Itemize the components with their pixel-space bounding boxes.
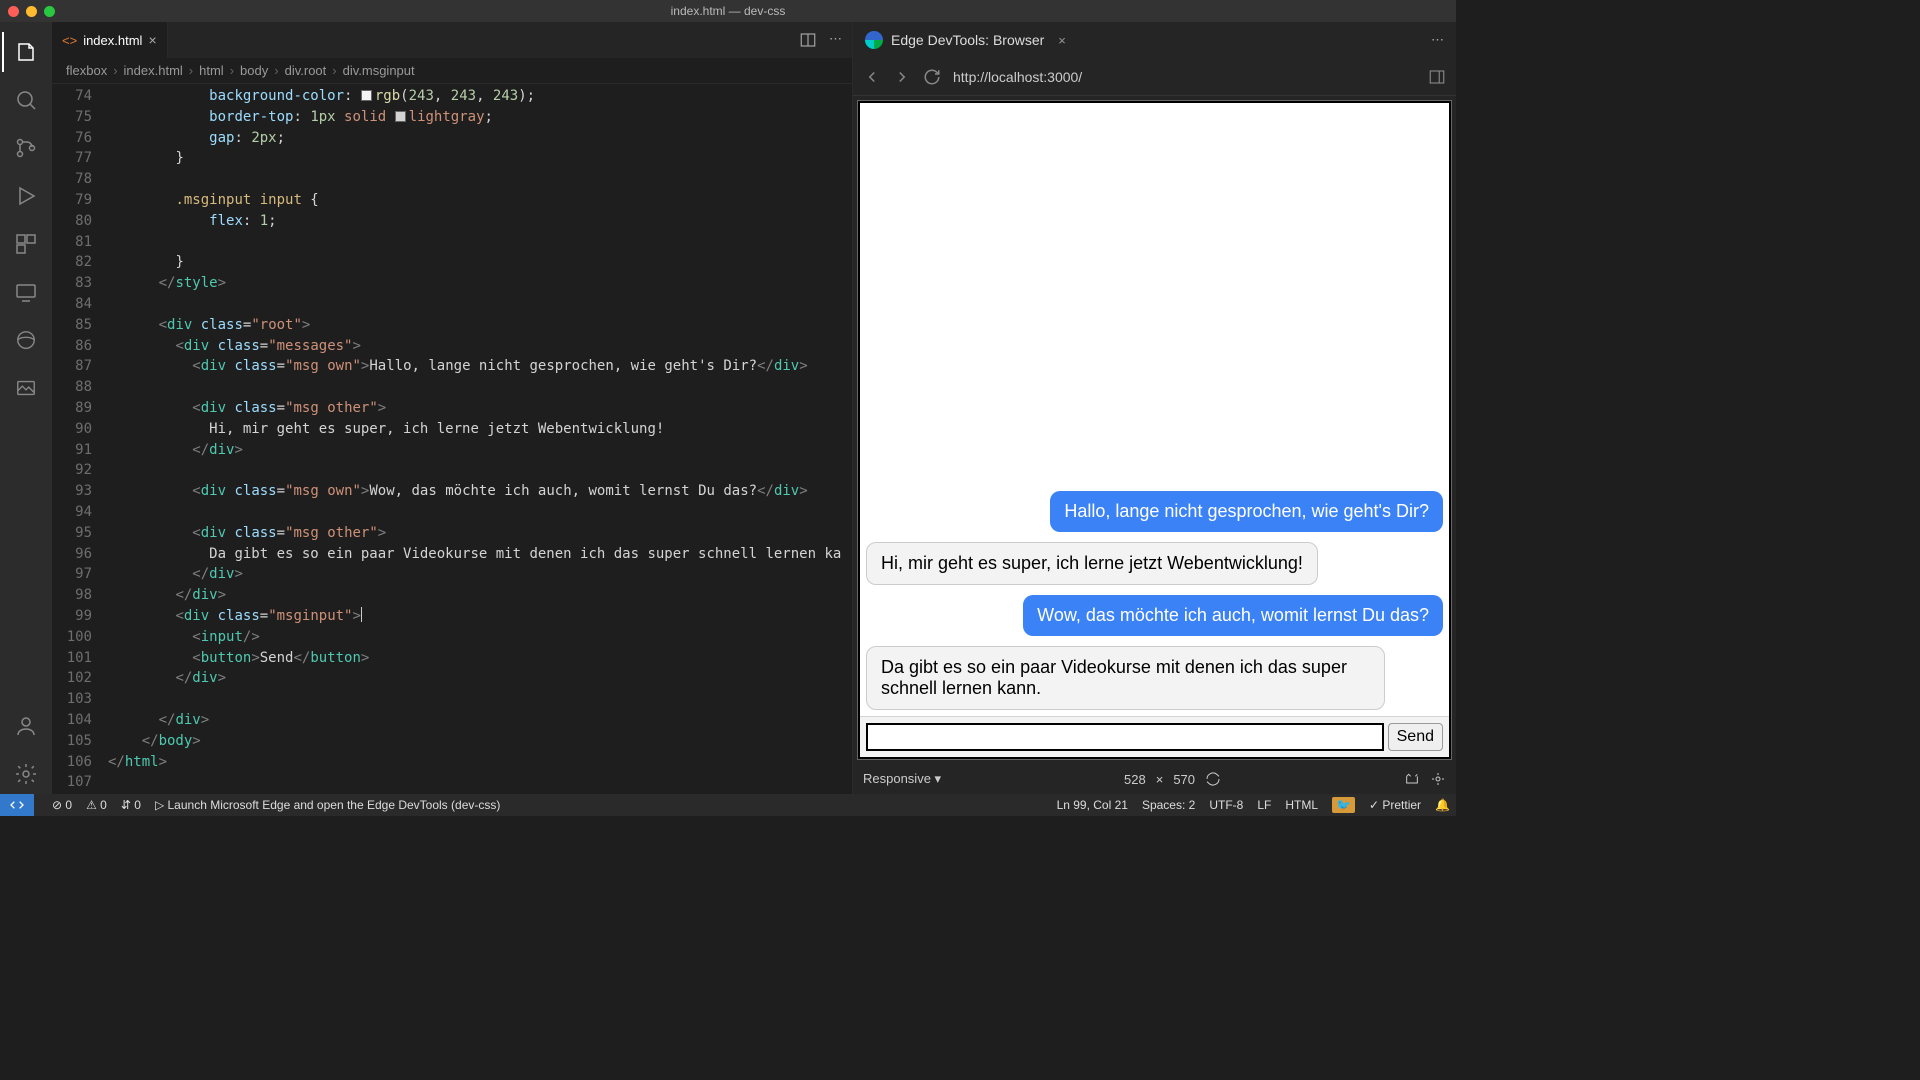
source-control-icon[interactable] [2,128,50,168]
status-eol[interactable]: LF [1257,798,1271,812]
panel-tab-bar: Edge DevTools: Browser × ⋯ [853,22,1456,58]
breadcrumb-item[interactable]: div.root [285,63,327,78]
breadcrumbs[interactable]: flexbox›index.html›html›body›div.root›di… [52,58,852,84]
status-errors[interactable]: ⊘ 0 [52,798,72,812]
url-bar[interactable]: http://localhost:3000/ [953,69,1416,85]
preview-text-input[interactable] [866,723,1384,751]
edge-browser-icon [865,31,883,49]
more-actions-icon[interactable]: ⋯ [829,31,842,49]
inspect-icon[interactable] [1430,771,1446,787]
breadcrumb-item[interactable]: index.html [124,63,183,78]
remote-explorer-icon[interactable] [2,272,50,312]
status-prettier[interactable]: ✓ Prettier [1369,798,1421,812]
status-spaces[interactable]: Spaces: 2 [1142,798,1195,812]
status-lang[interactable]: HTML [1285,798,1318,812]
code-editor[interactable]: 7475767778798081828384858687888990919293… [52,84,852,794]
tab-index-html[interactable]: <> index.html × [52,22,168,58]
preview-messages: Hallo, lange nicht gesprochen, wie geht'… [860,103,1449,716]
status-bell-icon[interactable]: 🔔 [1435,798,1450,812]
extensions-icon[interactable] [2,224,50,264]
panel-title: Edge DevTools: Browser [891,32,1044,48]
tab-label: index.html [83,33,142,48]
reload-button-icon[interactable] [923,68,941,86]
account-icon[interactable] [2,706,50,746]
devtools-panel: Edge DevTools: Browser × ⋯ http://localh… [852,22,1456,794]
forward-button-icon[interactable] [893,68,911,86]
viewport-width[interactable]: 528 [1124,772,1146,787]
dimension-separator: × [1156,772,1164,787]
run-debug-icon[interactable] [2,176,50,216]
title-bar: index.html — dev-css [0,0,1456,22]
viewport-height[interactable]: 570 [1173,772,1195,787]
preview-send-button[interactable]: Send [1388,723,1443,751]
browser-toolbar: http://localhost:3000/ [853,58,1456,96]
editor-area: <> index.html × ⋯ flexbox›index.html›htm… [52,22,852,794]
gallery-icon[interactable] [2,368,50,408]
edge-tools-icon[interactable] [2,320,50,360]
preview-message: Hi, mir geht es super, ich lerne jetzt W… [866,542,1318,585]
responsive-toolbar: Responsive ▾ 528 × 570 [853,764,1456,794]
close-tab-icon[interactable]: × [148,32,156,48]
status-cursor[interactable]: Ln 99, Col 21 [1057,798,1128,812]
breadcrumb-item[interactable]: html [199,63,224,78]
window-title: index.html — dev-css [0,4,1456,18]
remote-indicator[interactable] [0,794,34,816]
split-editor-icon[interactable] [799,31,817,49]
responsive-mode-selector[interactable]: Responsive ▾ [863,771,941,787]
editor-tabs: <> index.html × ⋯ [52,22,852,58]
settings-gear-icon[interactable] [2,754,50,794]
dock-icon[interactable] [1428,68,1446,86]
status-encoding[interactable]: UTF-8 [1209,798,1243,812]
panel-more-icon[interactable]: ⋯ [1431,32,1444,48]
screenshot-icon[interactable] [1404,771,1420,787]
rotate-icon[interactable] [1205,771,1221,787]
panel-close-icon[interactable]: × [1058,33,1066,48]
breadcrumb-item[interactable]: body [240,63,268,78]
preview-message: Wow, das möchte ich auch, womit lernst D… [1023,595,1443,636]
preview-input-bar: Send [860,716,1449,757]
status-ports[interactable]: ⇵ 0 [121,798,141,812]
explorer-icon[interactable] [2,32,50,72]
breadcrumb-item[interactable]: flexbox [66,63,107,78]
search-icon[interactable] [2,80,50,120]
preview-message: Da gibt es so ein paar Videokurse mit de… [866,646,1385,710]
browser-preview: Hallo, lange nicht gesprochen, wie geht'… [857,100,1452,760]
line-number-gutter: 7475767778798081828384858687888990919293… [52,84,108,794]
html-file-icon: <> [62,33,77,48]
status-launch[interactable]: ▷ Launch Microsoft Edge and open the Edg… [155,798,500,812]
preview-message: Hallo, lange nicht gesprochen, wie geht'… [1050,491,1443,532]
status-bar: ⊘ 0 ⚠ 0 ⇵ 0 ▷ Launch Microsoft Edge and … [0,794,1456,816]
back-button-icon[interactable] [863,68,881,86]
code-content[interactable]: background-color: rgb(243, 243, 243); bo… [108,84,852,794]
status-warnings[interactable]: ⚠ 0 [86,798,107,812]
status-tweet[interactable]: 🐦 [1332,797,1355,813]
activity-bar [0,22,52,794]
breadcrumb-item[interactable]: div.msginput [343,63,415,78]
